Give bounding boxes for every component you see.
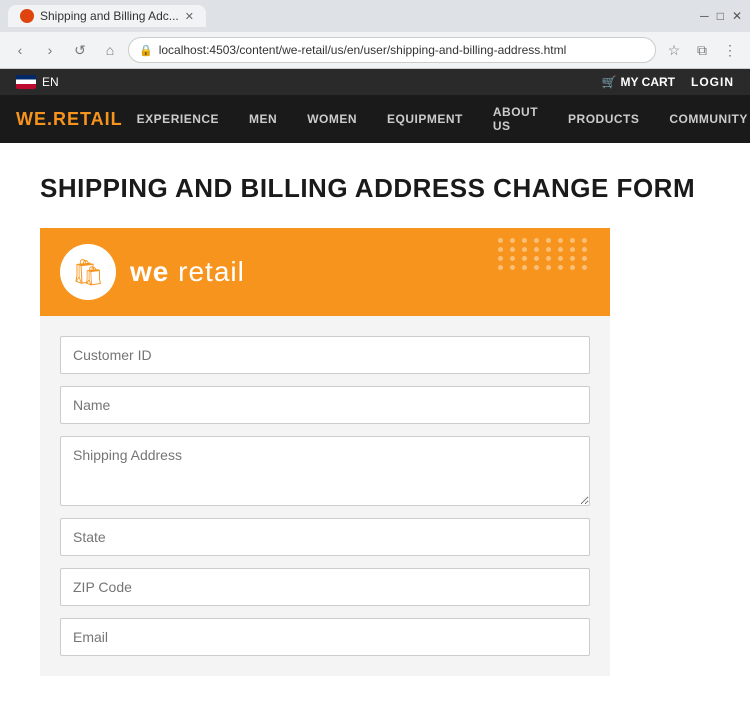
lock-icon: 🔒 [139,44,153,57]
page-content: SHIPPING AND BILLING ADDRESS CHANGE FORM… [0,143,750,706]
close-icon[interactable]: ✕ [732,9,742,23]
login-link[interactable]: LOGIN [691,75,734,89]
name-input[interactable] [60,386,590,424]
nav-products[interactable]: PRODUCTS [554,95,653,143]
nav-links: EXPERIENCE MEN WOMEN EQUIPMENT ABOUT US … [123,95,750,143]
lang-bar: EN 🛒 MY CART LOGIN [0,69,750,95]
minimize-icon[interactable]: ─ [700,9,709,23]
form-brand: we retail [130,256,245,288]
brand-retail: RETAIL [53,109,123,129]
browser-action-buttons: ☆ ⧉ ⋮ [662,38,742,62]
nav-experience[interactable]: EXPERIENCE [123,95,233,143]
form-body [40,336,610,656]
form-logo: 🛍 [60,244,116,300]
browser-titlebar: Shipping and Billing Adc... ✕ ─ □ ✕ [0,0,750,32]
lang-label: EN [42,75,59,89]
browser-tab[interactable]: Shipping and Billing Adc... ✕ [8,5,206,27]
maximize-icon[interactable]: □ [717,9,724,23]
header-dots-decoration [498,238,590,270]
shipping-address-input[interactable] [60,436,590,506]
form-header: 🛍 we retail [40,228,610,316]
nav-men[interactable]: MEN [235,95,291,143]
tab-favicon [20,9,34,23]
browser-chrome: Shipping and Billing Adc... ✕ ─ □ ✕ ‹ › … [0,0,750,69]
form-card: 🛍 we retail [40,228,610,676]
brand-we-text: we [130,256,169,287]
bookmark-icon[interactable]: ☆ [662,38,686,62]
brand-retail-text: retail [169,256,244,287]
website-content: EN 🛒 MY CART LOGIN WE.RETAIL EXPERIENCE … [0,69,750,706]
lang-left: EN [16,75,59,89]
brand-logo: WE.RETAIL [16,109,123,130]
url-text: localhost:4503/content/we-retail/us/en/u… [159,43,645,57]
back-button[interactable]: ‹ [8,38,32,62]
customer-id-input[interactable] [60,336,590,374]
home-button[interactable]: ⌂ [98,38,122,62]
email-input[interactable] [60,618,590,656]
cart-label: MY CART [621,75,675,89]
address-bar[interactable]: 🔒 localhost:4503/content/we-retail/us/en… [128,37,656,63]
nav-about-us[interactable]: ABOUT US [479,95,552,143]
tab-close-icon[interactable]: ✕ [185,10,194,23]
logo-bag-icon: 🛍 [71,257,104,288]
cart-icon: 🛒 [602,75,617,89]
brand-we: WE. [16,109,53,129]
lang-right: 🛒 MY CART LOGIN [602,75,734,89]
page-title: SHIPPING AND BILLING ADDRESS CHANGE FORM [40,173,710,204]
flag-icon [16,75,36,89]
nav-equipment[interactable]: EQUIPMENT [373,95,477,143]
nav-community[interactable]: COMMUNITY [655,95,750,143]
extensions-icon[interactable]: ⧉ [690,38,714,62]
cart-link[interactable]: 🛒 MY CART [602,75,675,89]
browser-toolbar: ‹ › ↺ ⌂ 🔒 localhost:4503/content/we-reta… [0,32,750,68]
zip-input[interactable] [60,568,590,606]
reload-button[interactable]: ↺ [68,38,92,62]
browser-menu-icon[interactable]: ⋮ [718,38,742,62]
forward-button[interactable]: › [38,38,62,62]
state-input[interactable] [60,518,590,556]
tab-title: Shipping and Billing Adc... [40,9,179,23]
main-nav: WE.RETAIL EXPERIENCE MEN WOMEN EQUIPMENT… [0,95,750,143]
nav-women[interactable]: WOMEN [293,95,371,143]
